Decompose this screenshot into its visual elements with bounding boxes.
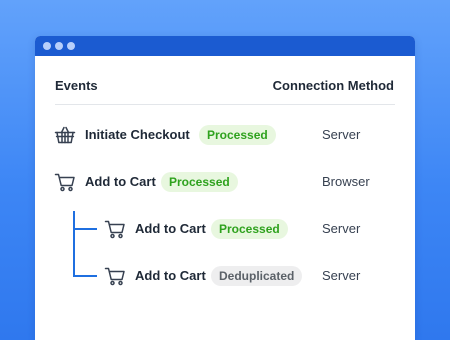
- header-divider: [55, 104, 395, 105]
- connection-method-column-header: Connection Method: [272, 78, 394, 93]
- tree-branch-line: [73, 228, 97, 230]
- cart-icon: [104, 218, 126, 240]
- window-control-dot[interactable]: [67, 42, 75, 50]
- event-name: Add to Cart: [85, 174, 156, 189]
- app-window: Events Connection Method Initiate Checko…: [35, 36, 415, 340]
- events-column-header: Events: [55, 78, 98, 93]
- window-titlebar: [35, 36, 415, 56]
- window-control-dot[interactable]: [43, 42, 51, 50]
- tree-branch-line: [73, 275, 97, 277]
- status-badge: Deduplicated: [211, 266, 303, 286]
- event-name: Add to Cart: [135, 268, 206, 283]
- status-badge: Processed: [211, 219, 288, 239]
- basket-icon: [54, 124, 76, 146]
- connection-method: Server: [322, 127, 361, 142]
- event-name: Initiate Checkout: [85, 127, 190, 142]
- window-control-dot[interactable]: [55, 42, 63, 50]
- connection-method: Server: [322, 221, 361, 236]
- cart-icon: [104, 265, 126, 287]
- connection-method: Browser: [322, 174, 370, 189]
- status-badge: Processed: [199, 125, 276, 145]
- event-name: Add to Cart: [135, 221, 206, 236]
- connection-method: Server: [322, 268, 361, 283]
- cart-icon: [54, 171, 76, 193]
- tree-connector-line: [73, 211, 75, 277]
- status-badge: Processed: [161, 172, 238, 192]
